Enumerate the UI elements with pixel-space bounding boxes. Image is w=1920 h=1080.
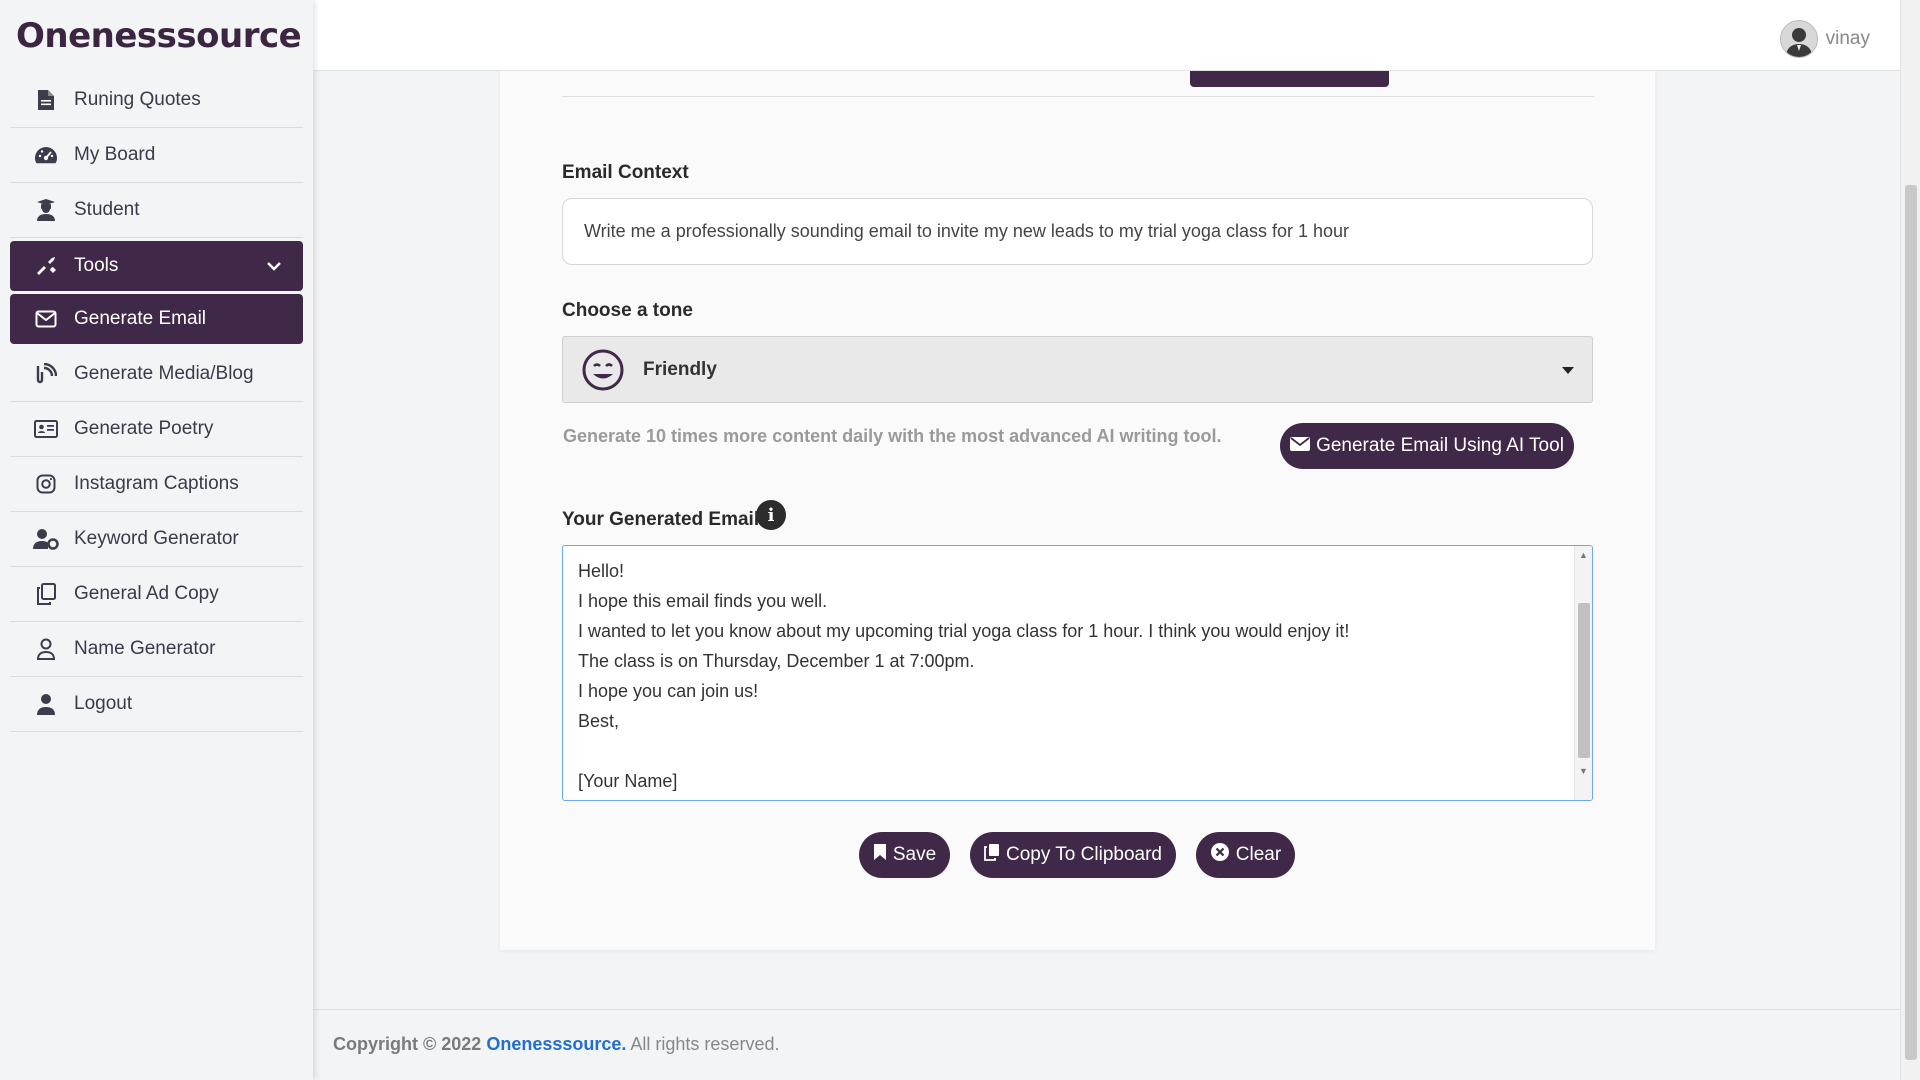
circle-x-icon [1210, 842, 1230, 868]
top-action-button[interactable] [1190, 71, 1389, 87]
sidebar-item-general-ad-copy[interactable]: General Ad Copy [10, 567, 303, 622]
tone-label: Choose a tone [562, 300, 693, 321]
sidebar-item-generate-media-blog[interactable]: Generate Media/Blog [10, 347, 303, 402]
email-context-label: Email Context [562, 162, 689, 183]
textarea-scrollbar[interactable]: ▲ ▼ [1574, 546, 1592, 800]
sidebar: Onenesssource Runing Quotes My Board Stu… [0, 0, 313, 1080]
sidebar-item-label: Tools [74, 255, 119, 276]
sidebar-item-runing-quotes[interactable]: Runing Quotes [10, 73, 303, 128]
caret-down-icon [1562, 359, 1574, 381]
scrollbar-thumb[interactable] [1578, 603, 1590, 758]
id-card-icon [32, 415, 60, 443]
sidebar-item-label: My Board [74, 144, 156, 165]
email-line: [Your Name] [578, 771, 678, 791]
footer: Copyright © 2022 Onenesssource. All righ… [333, 1034, 779, 1055]
sidebar-item-label: Student [74, 199, 140, 220]
instagram-icon [32, 470, 60, 498]
generate-email-button-label: Generate Email Using AI Tool [1316, 435, 1564, 456]
copy-button-label: Copy To Clipboard [1006, 844, 1162, 865]
email-line: The class is on Thursday, December 1 at … [578, 651, 975, 671]
copy-icon [32, 580, 60, 608]
avatar [1779, 20, 1818, 58]
user-menu[interactable]: vinay [1779, 20, 1870, 58]
sidebar-item-label: Generate Media/Blog [74, 363, 254, 384]
email-line [578, 736, 1577, 766]
page-scrollbar[interactable] [1900, 0, 1920, 1080]
copy-icon [984, 843, 1000, 867]
sidebar-item-generate-email[interactable]: Generate Email [10, 294, 303, 344]
sidebar-item-name-generator[interactable]: Name Generator [10, 622, 303, 677]
sidebar-item-generate-poetry[interactable]: Generate Poetry [10, 402, 303, 457]
generated-email-textarea[interactable]: Hello! I hope this email finds you well.… [562, 545, 1593, 801]
sidebar-item-label: General Ad Copy [74, 583, 219, 604]
copy-to-clipboard-button[interactable]: Copy To Clipboard [970, 832, 1176, 878]
footer-copyright: Copyright © 2022 [333, 1034, 482, 1054]
sidebar-item-label: Name Generator [74, 638, 216, 659]
blog-icon [32, 360, 60, 388]
email-line: I wanted to let you know about my upcomi… [578, 621, 1350, 641]
sidebar-item-logout[interactable]: Logout [10, 677, 303, 732]
promo-text: Generate 10 times more content daily wit… [563, 426, 1222, 446]
tools-icon [32, 252, 60, 280]
sidebar-item-label: Runing Quotes [74, 89, 201, 110]
sidebar-item-keyword-generator[interactable]: Keyword Generator [10, 512, 303, 567]
student-icon [32, 196, 60, 224]
bookmark-icon [873, 843, 887, 867]
page-scrollbar-thumb[interactable] [1905, 185, 1917, 1060]
clear-button-label: Clear [1235, 844, 1282, 865]
sidebar-item-tools[interactable]: Tools [10, 241, 303, 291]
top-bar: vinay [313, 0, 1900, 71]
email-line: Hello! [578, 561, 625, 581]
brand-logo[interactable]: Onenesssource [0, 0, 313, 73]
sidebar-item-label: Generate Email [74, 308, 207, 329]
generated-email-label: Your Generated Email [562, 509, 760, 530]
envelope-icon [32, 305, 60, 333]
sidebar-item-my-board[interactable]: My Board [10, 128, 303, 183]
user-outline-icon [32, 635, 60, 663]
sidebar-item-label: Logout [74, 693, 133, 714]
email-context-input[interactable]: Write me a professionally sounding email… [562, 198, 1593, 265]
chevron-down-icon [267, 255, 281, 277]
scroll-up-icon[interactable]: ▲ [1579, 550, 1588, 560]
email-line: I hope this email finds you well. [578, 591, 828, 611]
footer-rights: All rights reserved. [630, 1034, 780, 1054]
file-icon [32, 86, 60, 114]
save-button[interactable]: Save [859, 832, 950, 878]
generate-email-button[interactable]: Generate Email Using AI Tool [1280, 423, 1574, 469]
user-gear-icon [32, 525, 60, 553]
user-name: vinay [1825, 28, 1870, 49]
sidebar-nav: Runing Quotes My Board Student Tools Gen… [0, 73, 313, 732]
sidebar-item-instagram-captions[interactable]: Instagram Captions [10, 457, 303, 512]
info-icon[interactable]: i [756, 500, 786, 530]
email-line: Best, [578, 711, 620, 731]
user-icon [32, 690, 60, 718]
save-button-label: Save [892, 844, 937, 865]
dashboard-gauge-icon [32, 141, 60, 169]
scroll-down-icon[interactable]: ▼ [1579, 766, 1588, 776]
footer-divider [313, 1009, 1900, 1010]
smiley-face-icon [581, 348, 625, 392]
sidebar-item-label: Generate Poetry [74, 418, 214, 439]
clear-button[interactable]: Clear [1196, 832, 1295, 878]
tone-value: Friendly [643, 358, 717, 380]
sidebar-item-label: Instagram Captions [74, 473, 239, 494]
generated-email-text: Hello! I hope this email finds you well.… [563, 546, 1592, 800]
envelope-icon [1290, 435, 1311, 457]
sidebar-item-label: Keyword Generator [74, 528, 239, 549]
email-line: I hope you can join us! [578, 681, 759, 701]
sidebar-item-student[interactable]: Student [10, 183, 303, 238]
divider [562, 96, 1594, 97]
tone-select[interactable]: Friendly [562, 336, 1593, 403]
footer-brand-link[interactable]: Onenesssource. [486, 1034, 626, 1054]
